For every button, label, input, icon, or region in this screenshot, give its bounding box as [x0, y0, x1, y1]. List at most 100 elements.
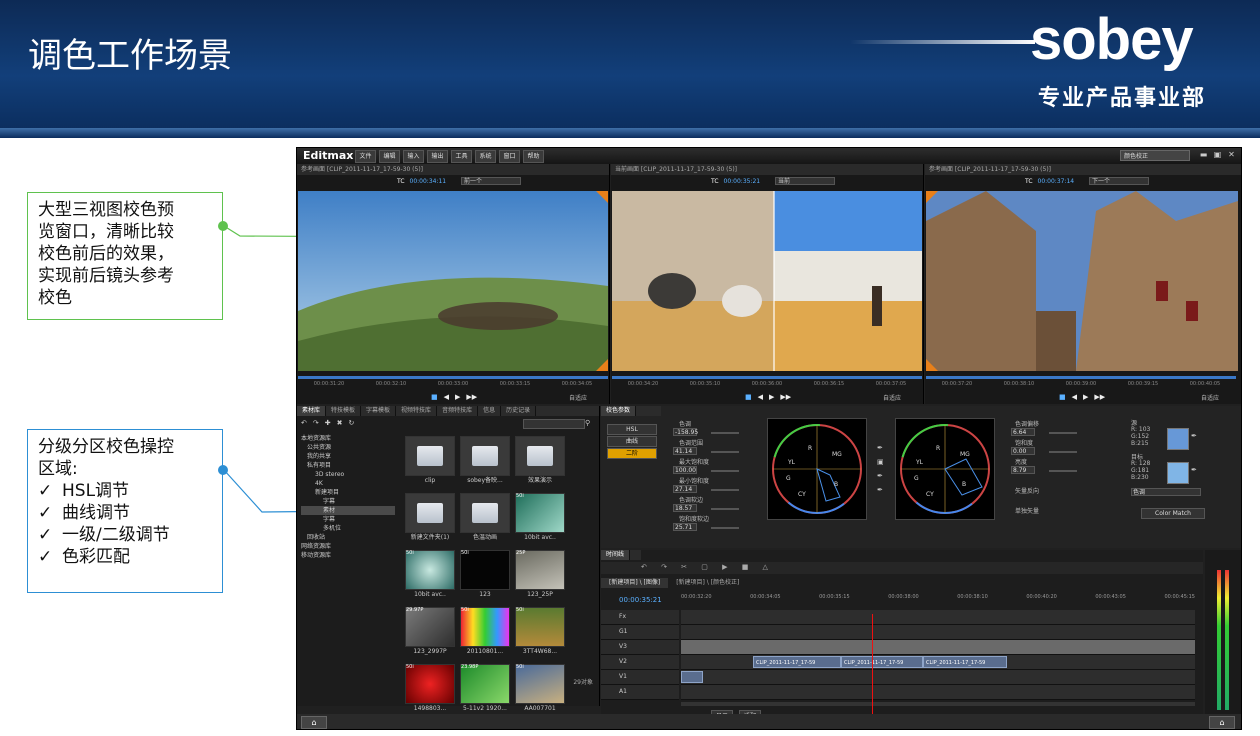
- library-item-clip[interactable]: 50i 20110801...: [460, 607, 510, 659]
- sequence-tab[interactable]: [新建项目] \ [图像]: [601, 578, 669, 588]
- track-header[interactable]: G1: [601, 625, 679, 640]
- workspace-preset-select[interactable]: 颜色校正: [1120, 150, 1190, 161]
- viewer-source-select[interactable]: 下一个: [1089, 177, 1149, 185]
- library-item-clip[interactable]: 50i 1498803...: [405, 664, 455, 716]
- vectorscope-source[interactable]: R MG B CY G YL: [767, 418, 867, 520]
- color-match-button[interactable]: Color Match: [1141, 508, 1205, 519]
- viewer-source-select[interactable]: 前一个: [461, 177, 521, 185]
- prev-frame-icon[interactable]: ◀: [1072, 393, 1077, 401]
- param-value[interactable]: 0.00: [1011, 447, 1035, 455]
- param-value[interactable]: 100.00: [673, 466, 697, 474]
- library-item-clip[interactable]: 50i 123: [460, 550, 510, 602]
- param-slider[interactable]: [711, 470, 739, 472]
- next-frame-icon[interactable]: ▶▶: [1094, 393, 1105, 401]
- library-item-clip[interactable]: 23.98P 5-11v2 1920...: [460, 664, 510, 716]
- track-header[interactable]: Fx: [601, 610, 679, 625]
- mode-curves-button[interactable]: 曲线: [607, 436, 657, 447]
- timeline-clip[interactable]: CLIP_2011-11-17_17-59: [753, 656, 841, 668]
- tree-item[interactable]: 本地资源库: [301, 434, 395, 443]
- tree-item[interactable]: 字幕: [301, 497, 395, 506]
- tab-timeline[interactable]: 时间线: [601, 550, 631, 560]
- mode-secondary-button[interactable]: 二阶: [607, 448, 657, 459]
- tab-effect-templates[interactable]: 特技模板: [326, 406, 362, 416]
- tree-item[interactable]: 私有项目: [301, 461, 395, 470]
- eyedropper-remove-icon[interactable]: ✒: [877, 486, 884, 494]
- library-item-clip[interactable]: 25P 123_25P: [515, 550, 565, 602]
- tree-item[interactable]: 我的共享: [301, 452, 395, 461]
- minimize-icon[interactable]: ▬: [1199, 150, 1208, 159]
- track-lane[interactable]: [681, 685, 1195, 700]
- option-single-vector[interactable]: 单独矢量: [1015, 506, 1039, 515]
- track-header[interactable]: A1: [601, 685, 679, 700]
- viewer-scrub-ruler[interactable]: 00:00:34:20 00:00:35:10 00:00:36:00 00:0…: [612, 376, 922, 390]
- library-search-input[interactable]: [523, 419, 585, 429]
- mark-icon[interactable]: ■: [745, 393, 752, 401]
- library-item-clip[interactable]: 29.97P 123_2997P: [405, 607, 455, 659]
- target-eyedropper-icon[interactable]: ✒: [1191, 466, 1197, 474]
- tree-item[interactable]: 3D stereo: [301, 470, 395, 479]
- param-slider[interactable]: [711, 527, 739, 529]
- tab-video-effects[interactable]: 视频特技库: [396, 406, 438, 416]
- tree-item[interactable]: 网络资源库: [301, 542, 395, 551]
- back-icon[interactable]: ↶: [301, 419, 307, 427]
- library-item-folder[interactable]: sobey备映...: [460, 436, 510, 488]
- param-slider[interactable]: [711, 508, 739, 510]
- menu-system[interactable]: 系统: [475, 150, 496, 163]
- menu-edit[interactable]: 编辑: [379, 150, 400, 163]
- menu-file[interactable]: 文件: [355, 150, 376, 163]
- eyedropper-icon[interactable]: ✒: [877, 444, 884, 452]
- param-slider[interactable]: [1049, 451, 1077, 453]
- library-item-clip[interactable]: 50i 3TT4W68...: [515, 607, 565, 659]
- track-lane[interactable]: CLIP_2011-11-17_17-59 CLIP_2011-11-17_17…: [681, 655, 1195, 670]
- param-value[interactable]: 8.79: [1011, 466, 1035, 474]
- param-value[interactable]: 27.14: [673, 485, 697, 493]
- menu-window[interactable]: 窗口: [499, 150, 520, 163]
- param-value[interactable]: 6.64: [1011, 428, 1035, 436]
- library-item-folder[interactable]: 效果演示: [515, 436, 565, 488]
- param-value[interactable]: 25.71: [673, 523, 697, 531]
- timeline-playhead[interactable]: [872, 614, 873, 714]
- eraser-icon[interactable]: ▣: [877, 458, 884, 466]
- timeline-clip[interactable]: CLIP_2011-11-17_17-59: [923, 656, 1007, 668]
- search-icon[interactable]: ⚲: [585, 419, 590, 427]
- forward-icon[interactable]: ↷: [313, 419, 319, 427]
- tree-item[interactable]: 回收站: [301, 533, 395, 542]
- tree-item[interactable]: 新建项目: [301, 488, 395, 497]
- tab-material-library[interactable]: 素材库: [297, 406, 327, 416]
- close-icon[interactable]: ✕: [1227, 150, 1236, 159]
- play-icon[interactable]: ▶: [455, 393, 460, 401]
- library-item-clip[interactable]: 50i AA007701: [515, 664, 565, 716]
- library-item-folder[interactable]: 新建文件夹(1): [405, 493, 455, 545]
- tab-info[interactable]: 信息: [478, 406, 502, 416]
- sequence-tab[interactable]: [新建项目] \ [颜色校正]: [668, 578, 747, 588]
- mark-icon[interactable]: ■: [1059, 393, 1066, 401]
- track-header[interactable]: V1: [601, 670, 679, 685]
- next-frame-icon[interactable]: ▶▶: [780, 393, 791, 401]
- param-value[interactable]: 18.57: [673, 504, 697, 512]
- track-header[interactable]: V3: [601, 640, 679, 655]
- viewer-scrub-ruler[interactable]: 00:00:37:20 00:00:38:10 00:00:39:00 00:0…: [926, 376, 1236, 390]
- param-slider[interactable]: [711, 432, 739, 434]
- undo-icon[interactable]: ↶ ↷ ✂ ▢ ▶ ■ △: [641, 563, 774, 571]
- menu-tools[interactable]: 工具: [451, 150, 472, 163]
- tree-item-selected[interactable]: 素材: [301, 506, 395, 515]
- menu-output[interactable]: 输出: [427, 150, 448, 163]
- option-invert-vector[interactable]: 矢量反向: [1015, 486, 1039, 495]
- mark-icon[interactable]: ■: [431, 393, 438, 401]
- next-frame-icon[interactable]: ▶▶: [466, 393, 477, 401]
- prev-frame-icon[interactable]: ◀: [444, 393, 449, 401]
- fit-select[interactable]: 自适应: [569, 393, 587, 402]
- home-icon[interactable]: ⌂: [301, 716, 327, 729]
- viewer-scrub-ruler[interactable]: 00:00:31:20 00:00:32:10 00:00:33:00 00:0…: [298, 376, 608, 390]
- eyedropper-add-icon[interactable]: ✒: [877, 472, 884, 480]
- param-slider[interactable]: [711, 489, 739, 491]
- play-icon[interactable]: ▶: [769, 393, 774, 401]
- timeline-scrollbar[interactable]: [681, 702, 1195, 706]
- timeline-clip-partial[interactable]: [681, 671, 703, 683]
- restore-icon[interactable]: ▣: [1213, 150, 1222, 159]
- refresh-icon[interactable]: ↻: [349, 419, 355, 427]
- track-header[interactable]: V2: [601, 655, 679, 670]
- delete-icon[interactable]: ✖: [337, 419, 343, 427]
- menu-input[interactable]: 输入: [403, 150, 424, 163]
- play-icon[interactable]: ▶: [1083, 393, 1088, 401]
